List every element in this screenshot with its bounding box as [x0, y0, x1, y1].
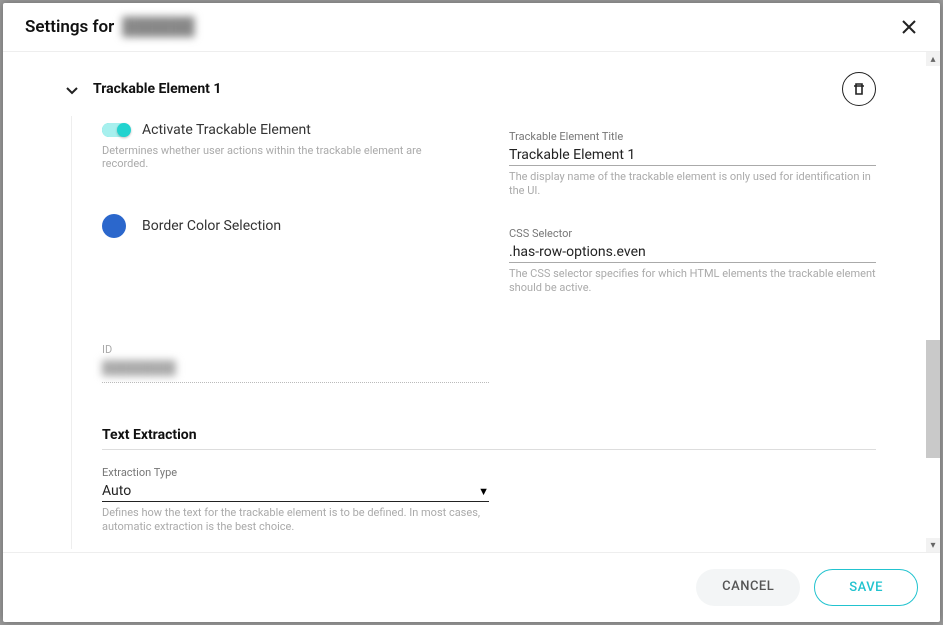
- dialog-footer: CANCEL SAVE: [3, 552, 940, 622]
- cancel-button[interactable]: CANCEL: [696, 569, 800, 606]
- css-selector-input[interactable]: .has-row-options.even: [509, 242, 876, 263]
- extraction-type-value: Auto: [102, 483, 131, 499]
- dialog-content: Trackable Element 1: [3, 52, 940, 552]
- text-extraction-heading: Text Extraction: [102, 427, 876, 450]
- trackable-element-body: Activate Trackable Element Determines wh…: [71, 116, 876, 549]
- delete-element-button[interactable]: [842, 72, 876, 106]
- title-field-label: Trackable Element Title: [509, 130, 876, 143]
- css-selector-help: The CSS selector specifies for which HTM…: [509, 267, 876, 296]
- border-color-label: Border Color Selection: [142, 218, 281, 234]
- scroll-down-arrow[interactable]: ▾: [926, 538, 940, 552]
- trackable-element-heading: Trackable Element 1: [93, 81, 828, 97]
- activate-toggle[interactable]: [102, 123, 130, 137]
- scroll-up-arrow[interactable]: ▴: [926, 52, 940, 66]
- border-color-swatch[interactable]: [102, 214, 126, 238]
- id-label: ID: [102, 343, 489, 356]
- activate-toggle-label: Activate Trackable Element: [142, 122, 311, 138]
- extraction-type-select[interactable]: Auto ▼: [102, 481, 489, 502]
- title-field-help: The display name of the trackable elemen…: [509, 170, 876, 199]
- extraction-type-help: Defines how the text for the trackable e…: [102, 506, 489, 535]
- title-obscured: ██████: [122, 17, 194, 37]
- dialog-title: Settings for ██████: [25, 17, 195, 37]
- close-icon[interactable]: [900, 18, 918, 36]
- caret-down-icon: ▼: [478, 485, 489, 498]
- id-value: ████████: [102, 360, 489, 376]
- dialog-header: Settings for ██████: [3, 3, 940, 52]
- trackable-element-header[interactable]: Trackable Element 1: [65, 52, 876, 116]
- css-selector-label: CSS Selector: [509, 227, 876, 240]
- content-scroll[interactable]: Trackable Element 1: [3, 52, 926, 552]
- settings-dialog: Settings for ██████ Trackable Element 1: [3, 3, 940, 622]
- scroll-thumb[interactable]: [926, 340, 940, 458]
- save-button[interactable]: SAVE: [814, 569, 918, 606]
- title-prefix: Settings for: [25, 17, 114, 37]
- chevron-down-icon[interactable]: [65, 82, 79, 96]
- activate-toggle-help: Determines whether user actions within t…: [102, 144, 469, 170]
- vertical-scrollbar[interactable]: ▴ ▾: [926, 52, 940, 552]
- title-field-input[interactable]: Trackable Element 1: [509, 145, 876, 166]
- extraction-type-label: Extraction Type: [102, 466, 489, 479]
